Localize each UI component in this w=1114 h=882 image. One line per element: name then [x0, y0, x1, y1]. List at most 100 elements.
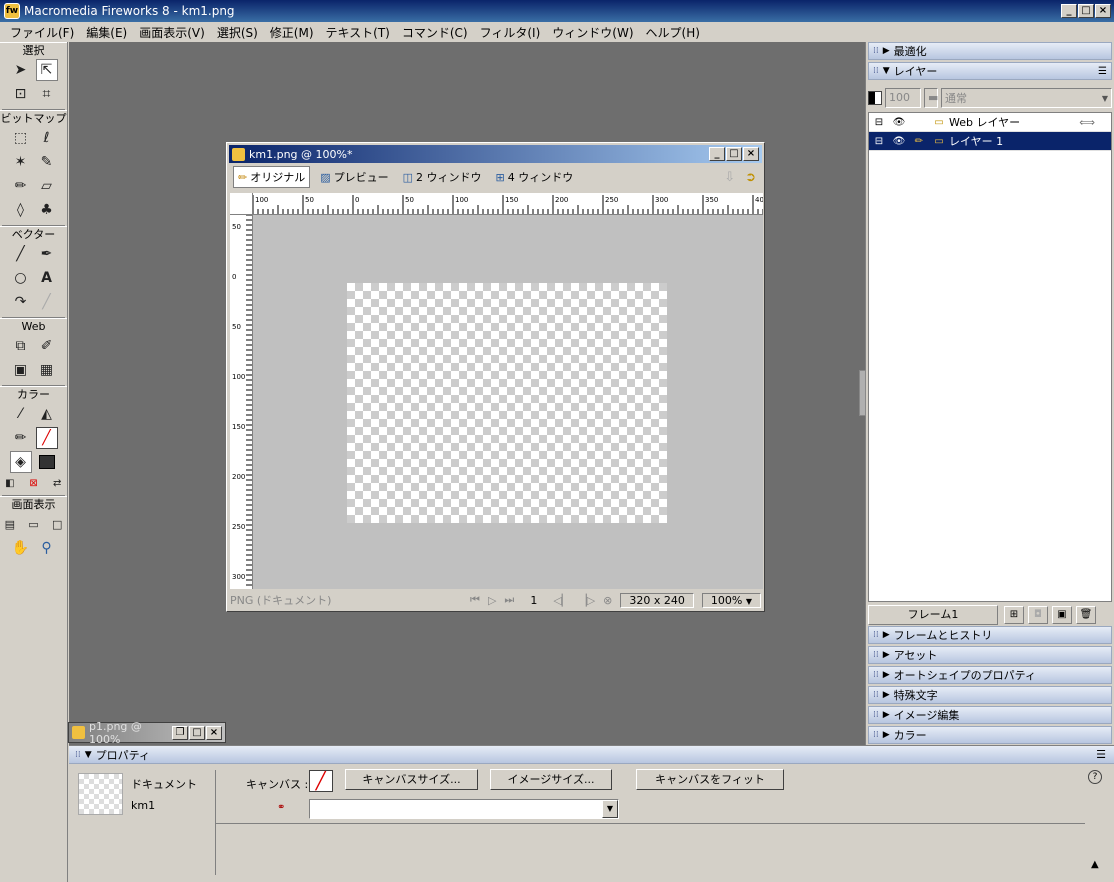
fill-swatch-icon[interactable]	[36, 451, 58, 473]
menu-modify[interactable]: 修正(M)	[264, 24, 320, 41]
panel-options-icon[interactable]: ☰	[1098, 66, 1107, 77]
close-button[interactable]: ×	[1095, 4, 1111, 18]
text-tool-icon[interactable]: A	[36, 267, 58, 289]
subselect-tool-icon[interactable]: ⇱	[35, 59, 58, 81]
eye-icon[interactable]: 👁	[889, 136, 909, 147]
assets-panel-header[interactable]: ⁞⁞ ▶ アセット	[868, 646, 1112, 664]
special-characters-panel-header[interactable]: ⁞⁞ ▶ 特殊文字	[868, 686, 1112, 704]
paint-bucket-tool-icon[interactable]: ◭	[36, 403, 58, 425]
prev-frame-icon[interactable]: ◁▏	[553, 594, 570, 607]
stroke-none-swatch-icon[interactable]: ╱	[35, 427, 58, 449]
menu-filters[interactable]: フィルタ(I)	[474, 24, 547, 41]
autoshape-properties-panel-header[interactable]: ⁞⁞ ▶ オートシェイプのプロパティ	[868, 666, 1112, 684]
expand-properties-icon[interactable]: ▲	[1091, 859, 1099, 870]
standard-screen-mode-icon[interactable]: ▤	[0, 513, 20, 535]
play-icon[interactable]: ▷	[488, 594, 496, 607]
next-frame-icon[interactable]: ▕▷	[578, 594, 595, 607]
menu-view[interactable]: 画面表示(V)	[133, 24, 211, 41]
image-size-button[interactable]: イメージサイズ...	[490, 769, 612, 790]
lasso-tool-icon[interactable]: ℓ	[36, 127, 58, 149]
color-panel-header[interactable]: ⁞⁞ ▶ カラー	[868, 726, 1112, 744]
expand-toggle-icon[interactable]: ⊟	[869, 117, 889, 128]
quick-export-icon[interactable]: ➲	[745, 170, 756, 185]
zoom-tool-icon[interactable]: ⚲	[36, 537, 58, 559]
close-button[interactable]: ×	[206, 725, 222, 740]
canvas-area[interactable]	[253, 215, 763, 589]
tab-4-up[interactable]: ⊞ 4 ウィンドウ	[492, 167, 578, 187]
properties-panel-header[interactable]: ⁞⁞ ▼ プロパティ ☰	[69, 746, 1114, 764]
canvas[interactable]	[347, 283, 667, 523]
layer-row-web[interactable]: ⊟ 👁 ▭ Web レイヤー ⟺	[869, 113, 1111, 132]
chevron-down-icon[interactable]: ▼	[602, 800, 618, 818]
new-sublayer-icon[interactable]: ⊞	[1004, 606, 1024, 624]
fit-canvas-button[interactable]: キャンバスをフィット	[636, 769, 784, 790]
knife-tool-icon[interactable]: ╱	[36, 291, 58, 313]
fireworks-app-icon[interactable]: fw	[4, 3, 20, 19]
pointer-tool-icon[interactable]: ➤	[10, 59, 32, 81]
panel-collapse-handle[interactable]	[859, 370, 866, 416]
default-colors-icon[interactable]: ◧	[0, 472, 20, 494]
new-layer-icon[interactable]: ▣	[1052, 606, 1072, 624]
freeform-tool-icon[interactable]: ↷	[10, 291, 32, 313]
fill-color-icon[interactable]: ◈	[9, 451, 32, 473]
swap-colors-icon[interactable]: ⇄	[47, 472, 67, 494]
scale-tool-icon[interactable]: ⊡	[10, 83, 32, 105]
opacity-slider-button[interactable]: ▬	[924, 88, 938, 108]
stop-icon[interactable]: ⊗	[603, 594, 612, 607]
blur-tool-icon[interactable]: ◊	[10, 199, 32, 221]
brush-tool-icon[interactable]: ✎	[36, 151, 58, 173]
hide-slices-icon[interactable]: ▣	[10, 359, 32, 381]
panel-options-icon[interactable]: ☰	[1096, 748, 1106, 761]
restore-button[interactable]: ❐	[172, 725, 188, 740]
full-screen-mode-icon[interactable]: □	[47, 513, 67, 535]
pencil-icon[interactable]: ✏	[909, 136, 929, 147]
maximize-button[interactable]: □	[1078, 4, 1094, 18]
stroke-color-icon[interactable]: ✏	[10, 427, 32, 449]
add-mask-icon[interactable]: ◘	[1028, 606, 1048, 624]
canvas-size-button[interactable]: キャンバスサイズ...	[345, 769, 478, 790]
magic-wand-tool-icon[interactable]: ✶	[10, 151, 32, 173]
document-window[interactable]: km1.png @ 100%* _ □ × ✏ オリジナル ▨ プレビュー ◫ 2 ウ…	[226, 142, 765, 612]
pen-tool-icon[interactable]: ✒	[36, 243, 58, 265]
slice-tool-icon[interactable]: ✐	[36, 335, 58, 357]
rubber-stamp-tool-icon[interactable]: ♣	[36, 199, 58, 221]
tab-original[interactable]: ✏ オリジナル	[233, 166, 311, 188]
minimize-button[interactable]: _	[1061, 4, 1077, 18]
menu-text[interactable]: テキスト(T)	[320, 24, 396, 41]
eraser-tool-icon[interactable]: ▱	[36, 175, 58, 197]
canvas-color-swatch[interactable]: ╱	[309, 770, 333, 792]
hotspot-tool-icon[interactable]: ⧉	[10, 335, 32, 357]
opacity-field[interactable]: 100	[885, 88, 921, 108]
help-icon[interactable]: ?	[1088, 770, 1102, 784]
optimize-panel-header[interactable]: ⁞⁞ ▶ 最適化	[868, 42, 1112, 60]
crop-tool-icon[interactable]: ⌗	[36, 83, 58, 105]
menu-edit[interactable]: 編集(E)	[80, 24, 133, 41]
ellipse-tool-icon[interactable]: ○	[10, 267, 32, 289]
doc-close-button[interactable]: ×	[743, 147, 759, 161]
show-slices-icon[interactable]: ▦	[36, 359, 58, 381]
blend-mode-select[interactable]: 通常 ▼	[941, 88, 1112, 108]
eye-icon[interactable]: 👁	[889, 117, 909, 128]
no-color-icon[interactable]: ⊠	[24, 472, 44, 494]
tab-preview[interactable]: ▨ プレビュー	[316, 167, 392, 187]
menu-commands[interactable]: コマンド(C)	[396, 24, 474, 41]
eyedropper-tool-icon[interactable]: ⁄	[10, 403, 32, 425]
expand-toggle-icon[interactable]: ⊟	[869, 136, 889, 147]
delete-layer-icon[interactable]: 🗑	[1076, 606, 1096, 624]
minimized-document[interactable]: p1.png @ 100% ❐ □ ×	[68, 720, 226, 746]
full-screen-menu-mode-icon[interactable]: ▭	[24, 513, 44, 535]
menu-help[interactable]: ヘルプ(H)	[640, 24, 706, 41]
frames-history-panel-header[interactable]: ⁞⁞ ▶ フレームとヒストリ	[868, 626, 1112, 644]
zoom-select[interactable]: 100% ▼	[701, 592, 761, 608]
layers-panel-header[interactable]: ⁞⁞ ▼ レイヤー ☰	[868, 62, 1112, 80]
menu-window[interactable]: ウィンドウ(W)	[546, 24, 639, 41]
first-frame-icon[interactable]: ⏮	[470, 593, 480, 607]
document-title-bar[interactable]: km1.png @ 100%* _ □ ×	[229, 145, 762, 163]
tab-2-up[interactable]: ◫ 2 ウィンドウ	[399, 167, 486, 187]
doc-maximize-button[interactable]: □	[726, 147, 742, 161]
pencil-tool-icon[interactable]: ✏	[10, 175, 32, 197]
maximize-button[interactable]: □	[189, 725, 205, 740]
image-edit-panel-header[interactable]: ⁞⁞ ▶ イメージ編集	[868, 706, 1112, 724]
marquee-tool-icon[interactable]: ⬚	[10, 127, 32, 149]
line-tool-icon[interactable]: ╱	[10, 243, 32, 265]
